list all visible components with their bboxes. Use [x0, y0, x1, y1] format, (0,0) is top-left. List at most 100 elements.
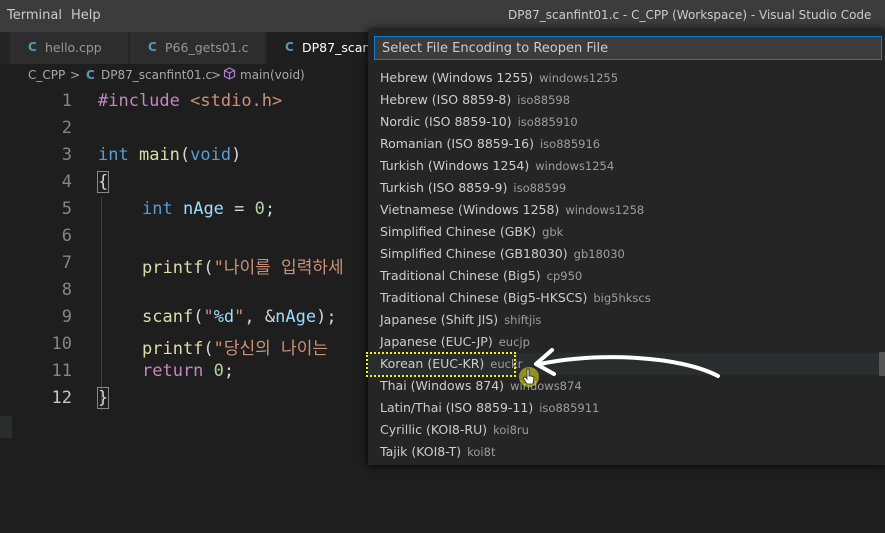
encoding-option-text: Turkish (Windows 1254) windows1254 [380, 158, 614, 173]
encoding-option-text: Latin/Thai (ISO 8859-11) iso885911 [380, 400, 599, 415]
encoding-option-text: Simplified Chinese (GB18030) gb18030 [380, 246, 625, 261]
encoding-option-label: Tajik (KOI8-T) [380, 444, 462, 459]
code-line: { [96, 171, 110, 193]
c-file-icon: C [28, 40, 37, 54]
encoding-option-label: Simplified Chinese (GBK) [380, 224, 537, 239]
code-token: ( [203, 339, 214, 359]
code-token: void [190, 145, 232, 165]
line-number: 10 [51, 334, 72, 354]
code-token: } [96, 387, 110, 409]
encoding-option-text: Hebrew (ISO 8859-8) iso88598 [380, 92, 570, 107]
encoding-option[interactable]: Cyrillic (KOI8-RU) koi8ru [368, 419, 885, 441]
tab-label: P66_gets01.c [165, 40, 249, 55]
window-title: DP87_scanfint01.c - C_CPP (Workspace) - … [508, 8, 872, 22]
code-token: %d [213, 307, 235, 327]
code-line: return 0; [142, 361, 234, 381]
encoding-option-label: Japanese (Shift JIS) [380, 312, 499, 327]
encoding-option-label: Romanian (ISO 8859-16) [380, 136, 534, 151]
tab-dp87-scanfint01[interactable]: C DP87_scanfi [267, 32, 378, 64]
encoding-option[interactable]: Latin/Thai (ISO 8859-11) iso885911 [368, 397, 885, 419]
tab-hello-cpp[interactable]: C hello.cpp [10, 32, 128, 64]
c-file-icon: C [285, 40, 294, 54]
encoding-option-id: iso885911 [539, 401, 600, 415]
breadcrumb-symbol[interactable]: main(void) [240, 68, 305, 82]
chevron-right-icon: > [211, 68, 222, 82]
tab-p66-gets01[interactable]: C P66_gets01.c [130, 32, 265, 64]
encoding-option-label: Thai (Windows 874) [380, 378, 505, 393]
code-token: ( [193, 307, 204, 327]
encoding-option[interactable]: Turkish (Windows 1254) windows1254 [368, 155, 885, 177]
encoding-option[interactable]: Simplified Chinese (GB18030) gb18030 [368, 243, 885, 265]
code-token: = [223, 199, 255, 219]
code-token: ) [231, 145, 242, 165]
breadcrumb-file[interactable]: DP87_scanfint01.c [101, 68, 212, 82]
menu-help[interactable]: Help [71, 8, 101, 23]
code-token: int [98, 145, 129, 165]
line-number: 7 [61, 253, 72, 273]
line-number: 3 [61, 145, 72, 165]
encoding-option[interactable]: Simplified Chinese (GBK) gbk [368, 221, 885, 243]
code-line: int nAge = 0; [142, 199, 275, 219]
encoding-option[interactable]: Japanese (Shift JIS) shiftjis [368, 309, 885, 331]
encoding-option[interactable]: Nordic (ISO 8859-10) iso885910 [368, 111, 885, 133]
code-line: scanf("%d", &nAge); [142, 307, 337, 327]
c-file-icon: C [148, 40, 157, 54]
title-bar: Terminal Help DP87_scanfint01.c - C_CPP … [0, 0, 885, 32]
encoding-option-label: Traditional Chinese (Big5) [380, 268, 541, 283]
code-token: "나이를 입력하세 [213, 258, 344, 278]
line-number: 8 [61, 280, 72, 300]
encoding-option[interactable]: Romanian (ISO 8859-16) iso885916 [368, 133, 885, 155]
encoding-option-id: koi8ru [493, 423, 529, 437]
code-token: printf [142, 258, 204, 278]
encoding-option-id: windows1258 [565, 203, 645, 217]
encoding-option[interactable]: Traditional Chinese (Big5) cp950 [368, 265, 885, 287]
selection-scroll-marker [879, 352, 885, 376]
encoding-option-label: Cyrillic (KOI8-RU) [380, 422, 488, 437]
code-token: , & [244, 307, 276, 327]
line-number: 9 [61, 307, 72, 327]
encoding-option-text: Traditional Chinese (Big5) cp950 [380, 268, 582, 283]
encoding-option-label: Turkish (Windows 1254) [380, 158, 530, 173]
encoding-option-label: Nordic (ISO 8859-10) [380, 114, 512, 129]
encoding-option[interactable]: Traditional Chinese (Big5-HKSCS) big5hksc… [368, 287, 885, 309]
hand-pointer-icon [519, 367, 539, 387]
code-token: return [142, 361, 204, 381]
code-line: int main(void) [98, 145, 241, 165]
code-token: ( [179, 145, 191, 165]
encoding-option-id: iso88599 [513, 181, 567, 195]
encoding-search-input[interactable]: Select File Encoding to Reopen File [374, 36, 882, 60]
encoding-option-id: iso885910 [517, 115, 578, 129]
code-token: { [96, 171, 110, 193]
encoding-option-id: gbk [542, 225, 564, 239]
code-line: printf("나이를 입력하세 [142, 253, 344, 278]
line-number: 4 [61, 172, 72, 192]
code-line: #include <stdio.h> [98, 91, 282, 111]
menu-terminal[interactable]: Terminal [7, 8, 62, 23]
encoding-option-text: Japanese (Shift JIS) shiftjis [380, 312, 541, 327]
encoding-option[interactable]: Tajik (KOI8-T) koi8t [368, 441, 885, 463]
encoding-option-text: Simplified Chinese (GBK) gbk [380, 224, 563, 239]
encoding-option[interactable]: Hebrew (Windows 1255) windows1255 [368, 67, 885, 89]
encoding-option[interactable]: Vietnamese (Windows 1258) windows1258 [368, 199, 885, 221]
code-token: ; [223, 361, 235, 381]
encoding-option[interactable]: Turkish (ISO 8859-9) iso88599 [368, 177, 885, 199]
line-number: 5 [61, 199, 72, 219]
code-token: ); [316, 307, 337, 327]
encoding-option[interactable]: Hebrew (ISO 8859-8) iso88598 [368, 89, 885, 111]
encoding-option-label: Japanese (EUC-JP) [380, 334, 493, 349]
encoding-option-label: Traditional Chinese (Big5-HKSCS) [380, 290, 588, 305]
code-token: " [234, 307, 245, 327]
encoding-option-id: windows1254 [535, 159, 615, 173]
encoding-option-text: Turkish (ISO 8859-9) iso88599 [380, 180, 566, 195]
encoding-option-id: iso885916 [539, 137, 601, 151]
code-token: scanf [142, 307, 194, 327]
encoding-option-label: Latin/Thai (ISO 8859-11) [380, 400, 534, 415]
breadcrumb-folder[interactable]: C_CPP [28, 68, 65, 82]
line-number: 1 [61, 91, 72, 111]
encoding-option-label: Turkish (ISO 8859-9) [380, 180, 508, 195]
line-number: 12 [51, 388, 72, 408]
encoding-option-id: koi8t [467, 445, 496, 459]
code-token: main [138, 145, 180, 165]
line-number: 6 [61, 226, 72, 246]
encoding-option-text: Tajik (KOI8-T) koi8t [380, 444, 495, 459]
